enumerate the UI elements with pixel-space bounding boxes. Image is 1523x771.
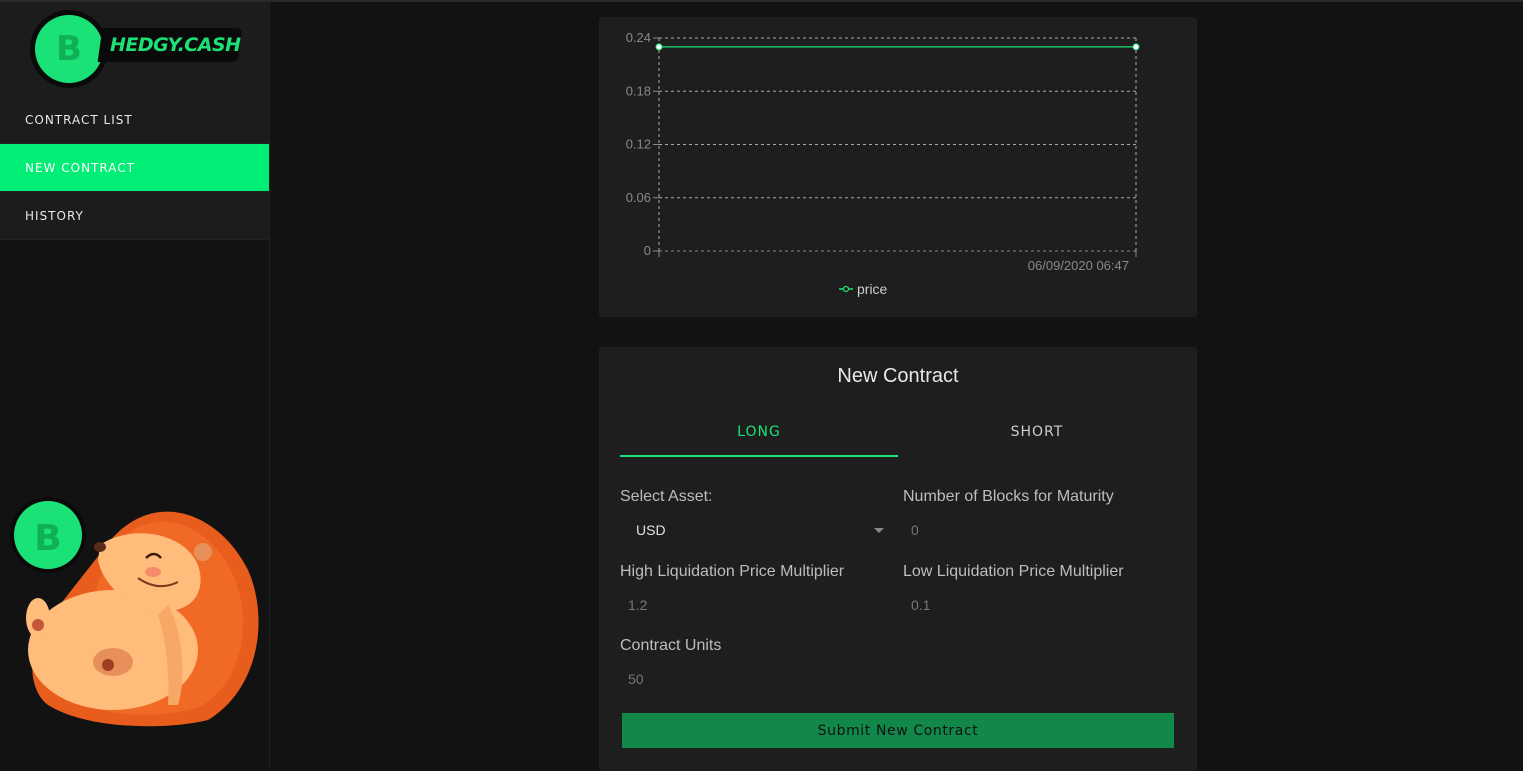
sidebar: B HEDGY.CASH CONTRACT LIST NEW CONTRACT … (0, 2, 270, 771)
price-data-point (655, 43, 663, 51)
y-tick-label: 0.12 (626, 137, 651, 152)
low-multiplier-field: Low Liquidation Price Multiplier 0.1 (903, 563, 1173, 617)
blocks-field: Number of Blocks for Maturity 0 (903, 488, 1173, 542)
y-tick-label: 0 (644, 243, 651, 258)
select-asset-label: Select Asset: (620, 488, 713, 505)
low-multiplier-label: Low Liquidation Price Multiplier (903, 563, 1124, 580)
position-tabs: LONG SHORT (620, 409, 1176, 457)
select-asset-field: Select Asset: USD (620, 488, 890, 542)
tab-long[interactable]: LONG (620, 409, 898, 457)
price-chart-panel: 0.24 0.18 0.12 0.06 0 06/09/2020 06:47 price (599, 17, 1197, 317)
logo[interactable]: B HEDGY.CASH (0, 2, 269, 96)
units-field: Contract Units 50 (620, 637, 890, 691)
high-multiplier-label: High Liquidation Price Multiplier (620, 563, 845, 580)
nav-item-contract-list[interactable]: CONTRACT LIST (0, 96, 269, 144)
units-label: Contract Units (620, 637, 722, 654)
coin-symbol: B (34, 518, 61, 559)
legend-marker-icon (842, 285, 850, 293)
high-multiplier-input[interactable]: 1.2 (620, 593, 890, 617)
legend-label: price (857, 281, 888, 297)
high-multiplier-field: High Liquidation Price Multiplier 1.2 (620, 563, 890, 617)
low-multiplier-input[interactable]: 0.1 (903, 593, 1173, 617)
form-title: New Contract (837, 365, 959, 387)
nav-item-history[interactable]: HISTORY (0, 192, 269, 240)
dropdown-caret-icon (874, 528, 884, 533)
select-asset-value: USD (636, 522, 666, 538)
hedgehog-mascot-illustration: B (10, 497, 259, 727)
submit-contract-button[interactable]: Submit New Contract (622, 713, 1174, 748)
blocks-label: Number of Blocks for Maturity (903, 488, 1114, 505)
units-input[interactable]: 50 (620, 667, 890, 691)
price-chart: 0.24 0.18 0.12 0.06 0 06/09/2020 06:47 price (626, 30, 1140, 297)
nav-item-new-contract[interactable]: NEW CONTRACT (0, 144, 269, 192)
price-data-point (1132, 43, 1140, 51)
tab-short[interactable]: SHORT (898, 409, 1176, 457)
bitcoin-cash-coin-icon: B (30, 10, 108, 88)
y-tick-label: 0.24 (626, 30, 651, 45)
x-tick-label: 06/09/2020 06:47 (1028, 258, 1129, 273)
sidebar-nav: CONTRACT LIST NEW CONTRACT HISTORY (0, 96, 269, 240)
y-tick-label: 0.06 (626, 190, 651, 205)
select-asset-dropdown[interactable]: USD (620, 518, 890, 542)
blocks-input[interactable]: 0 (903, 518, 1173, 542)
brand-name: HEDGY.CASH (110, 34, 241, 56)
y-tick-label: 0.18 (626, 83, 651, 98)
new-contract-form: New Contract LONG SHORT Select Asset: US… (599, 347, 1197, 771)
